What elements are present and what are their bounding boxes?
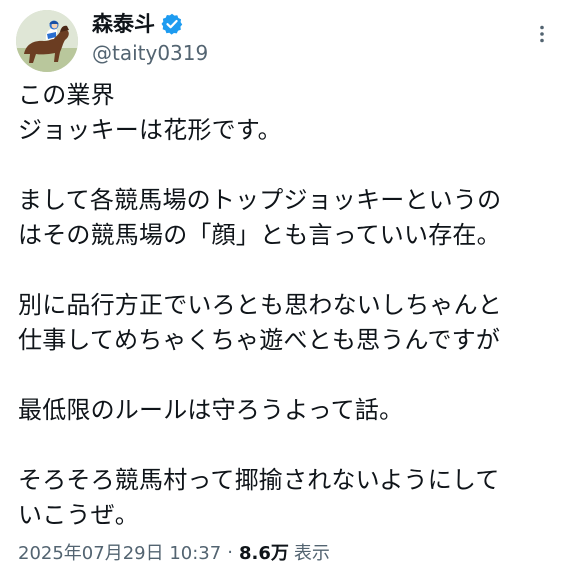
tweet-timestamp[interactable]: 2025年07月29日 10:37 (18, 539, 221, 565)
display-name[interactable]: 森泰斗 (92, 11, 155, 37)
avatar-image (16, 10, 78, 72)
views-label: 表示 (293, 543, 330, 564)
tweet-text: この業界 ジョッキーは花形です。 まして各競馬場のトップジョッキーというの はそ… (18, 78, 558, 533)
avatar[interactable] (16, 10, 78, 72)
tweet-line: いこうぜ。 (18, 501, 139, 529)
tweet-line: 最低限のルールは守ろうよって話。 (18, 396, 404, 424)
tweet-meta: 2025年07月29日 10:37 · 8.6万 表示 (18, 538, 330, 566)
tweet-line: この業界 (18, 81, 115, 109)
tweet-line: 仕事してめちゃくちゃ遊べとも思うんですが (18, 326, 501, 354)
tweet-line-break (18, 358, 558, 393)
views-count[interactable]: 8.6万 (239, 539, 289, 565)
tweet-line: そろそろ競馬村って揶揄されないようにして (18, 466, 500, 494)
more-options-button[interactable] (530, 22, 554, 46)
author-handle[interactable]: @taity0319 (92, 40, 208, 66)
tweet-line: 別に品行方正でいろとも思わないしちゃんと (18, 291, 502, 319)
verified-badge-icon (161, 13, 183, 35)
tweet-line: まして各競馬場のトップジョッキーというの (18, 186, 502, 214)
tweet-line: ジョッキーは花形です。 (18, 116, 282, 144)
tweet-card: 森泰斗 @taity0319 この業界 ジョッキーは花形です。 まして各競馬場の… (0, 0, 568, 582)
tweet-line-break (18, 148, 558, 183)
more-options-icon (540, 25, 544, 43)
meta-separator: · (227, 541, 233, 563)
tweet-line-break (18, 253, 558, 288)
author-name-row: 森泰斗 (92, 10, 183, 38)
tweet-line-break (18, 428, 558, 463)
tweet-line: はその競馬場の「顔」とも言っていい存在。 (18, 221, 501, 249)
